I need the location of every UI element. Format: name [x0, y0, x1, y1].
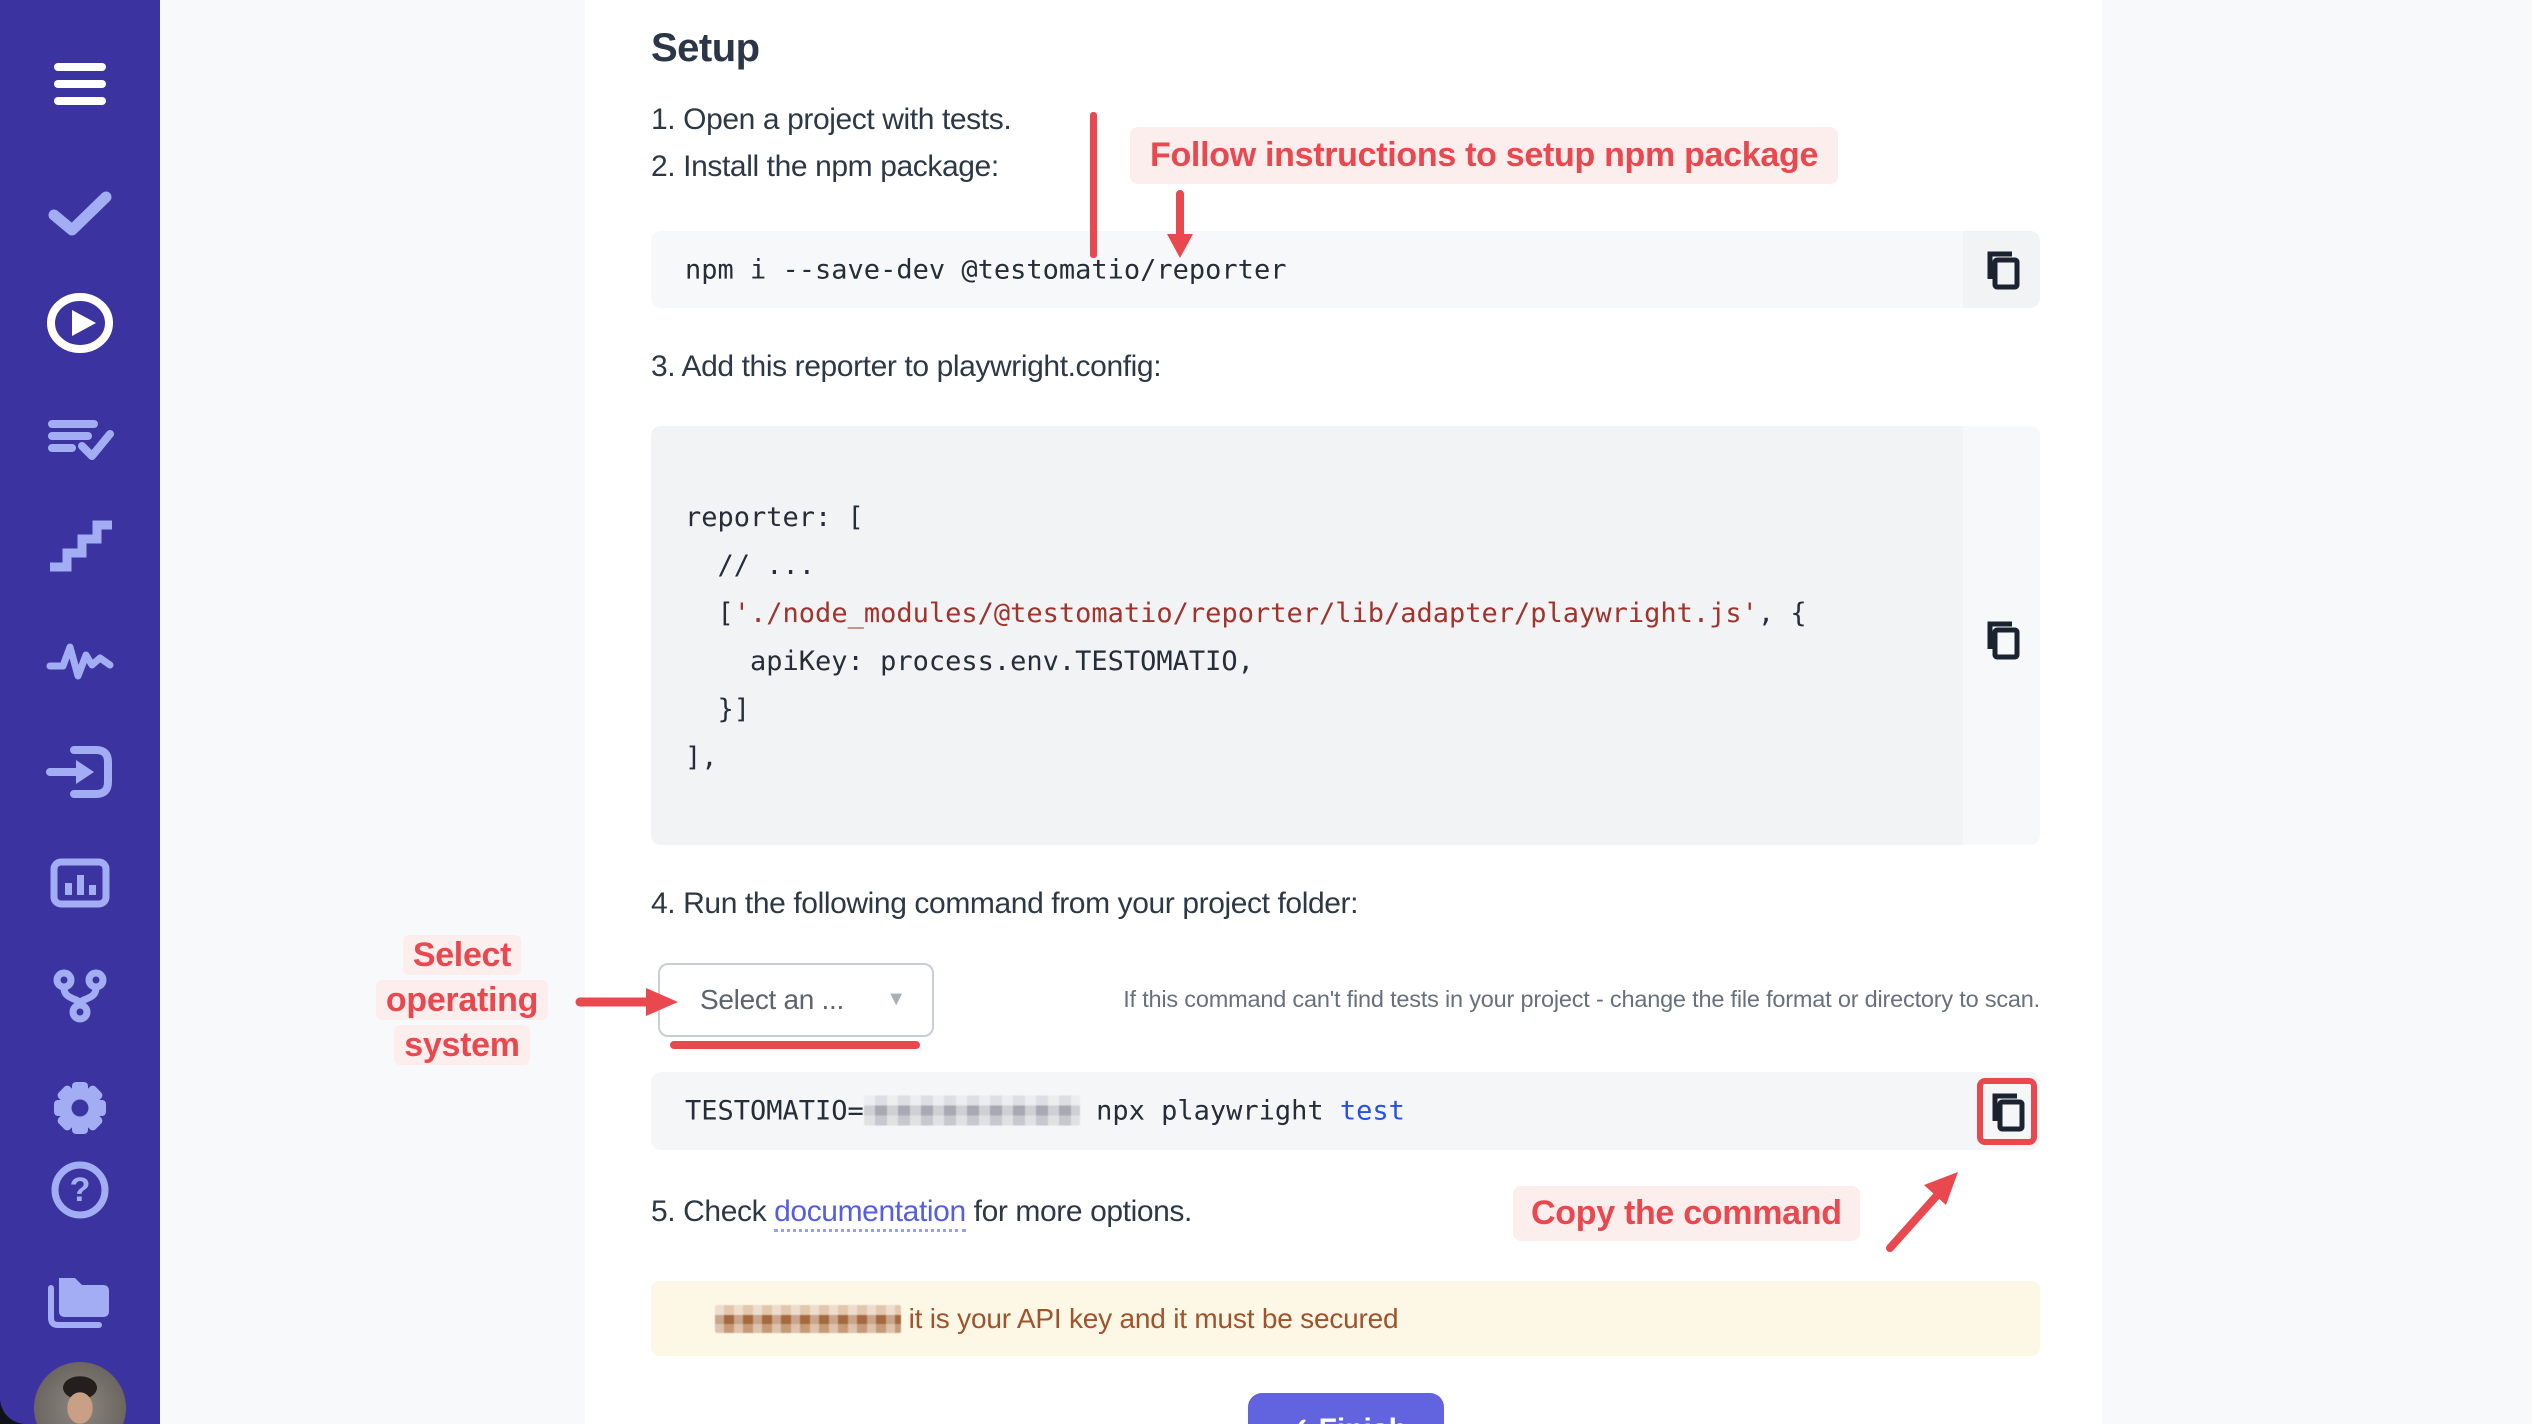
sidebar-item-tests[interactable] [0, 181, 160, 245]
finish-button[interactable]: ✓ Finish [1248, 1393, 1444, 1424]
step-5-suffix: for more options. [966, 1195, 1192, 1228]
os-select-dropdown[interactable]: Select an ... ▼ [658, 963, 934, 1037]
code-line: apiKey: process.env.TESTOMATIO, [685, 638, 1807, 686]
api-key-warning: it is your API key and it must be secure… [651, 1281, 2040, 1356]
run-command-highlight: test [1340, 1096, 1405, 1127]
sidebar-item-projects[interactable] [0, 1264, 160, 1332]
sidebar-item-import[interactable] [0, 740, 160, 804]
run-command: TESTOMATIO= npx playwright test [685, 1096, 1405, 1127]
copy-config-button[interactable] [1981, 617, 2023, 663]
report-chart-icon [46, 851, 114, 915]
projects-folder-icon [44, 1264, 116, 1332]
annotation-vertical-line [1090, 112, 1097, 258]
copy-panel [1963, 426, 2040, 845]
annotation-npm-note: Follow instructions to setup npm package [1130, 127, 1838, 184]
code-line: // ... [685, 542, 1807, 590]
setup-page: ? Setup 1. Open a project with tests. 2.… [0, 0, 2532, 1424]
avatar-photo [34, 1362, 126, 1424]
annotation-os-line: operating [376, 980, 548, 1020]
step-1: 1. Open a project with tests. [651, 103, 1011, 137]
playwright-config-code: reporter: [ // ... ['./node_modules/@tes… [685, 494, 1807, 782]
help-icon: ? [48, 1158, 112, 1222]
redacted-api-key [715, 1305, 901, 1333]
user-avatar[interactable] [0, 1362, 160, 1424]
run-command-block: TESTOMATIO= npx playwright test [651, 1072, 2040, 1150]
annotation-os-line: Select [403, 935, 521, 975]
run-command-prefix: TESTOMATIO= [685, 1096, 864, 1127]
annotation-underline [670, 1041, 920, 1049]
page-title: Setup [651, 26, 760, 71]
step-5-prefix: 5. Check [651, 1195, 774, 1228]
sidebar-item-help[interactable]: ? [0, 1158, 160, 1222]
copy-icon [1986, 1089, 2028, 1135]
warning-text: it is your API key and it must be secure… [901, 1303, 1398, 1334]
setup-panel: Setup 1. Open a project with tests. 2. I… [585, 0, 2102, 1424]
documentation-link[interactable]: documentation [774, 1195, 966, 1232]
test-list-icon [46, 406, 114, 470]
redacted-api-key [864, 1096, 1080, 1126]
copy-icon [1981, 247, 2023, 293]
copy-install-command-button[interactable] [1981, 247, 2023, 293]
warning-text-row: it is your API key and it must be secure… [715, 1303, 1398, 1335]
install-command-block: npm i --save-dev @testomatio/reporter [651, 231, 2040, 308]
code-line: ['./node_modules/@testomatio/reporter/li… [685, 590, 1807, 638]
playwright-config-block: reporter: [ // ... ['./node_modules/@tes… [651, 426, 2040, 845]
code-line: ], [685, 734, 1807, 782]
signin-icon [46, 740, 114, 804]
copy-run-command-button[interactable] [1977, 1078, 2037, 1145]
annotation-os-note: Select operating system [362, 933, 562, 1068]
scan-hint: If this command can't find tests in your… [965, 986, 2040, 1013]
sidebar: ? [0, 0, 160, 1424]
step-3: 3. Add this reporter to playwright.confi… [651, 350, 1161, 384]
run-command-middle: npx playwright [1080, 1096, 1340, 1127]
sidebar-item-branches[interactable] [0, 959, 160, 1031]
sidebar-item-runs[interactable] [0, 287, 160, 359]
play-circle-icon [44, 287, 116, 359]
copy-icon [1981, 617, 2023, 663]
pulse-icon [46, 628, 114, 692]
sidebar-item-milestones[interactable] [0, 517, 160, 581]
copy-panel [1963, 231, 2040, 308]
sidebar-item-settings[interactable] [0, 1074, 160, 1142]
annotation-copy-note: Copy the command [1513, 1186, 1860, 1241]
step-4: 4. Run the following command from your p… [651, 887, 1358, 921]
sidebar-item-test-plans[interactable] [0, 406, 160, 470]
code-line: }] [685, 686, 1807, 734]
git-branch-icon [44, 959, 116, 1031]
code-line: reporter: [ [685, 494, 1807, 542]
menu-icon [48, 52, 112, 116]
svg-text:?: ? [70, 1171, 91, 1209]
annotation-os-line: system [394, 1025, 529, 1065]
step-5: 5. Check documentation for more options. [651, 1195, 1192, 1229]
step-2: 2. Install the npm package: [651, 150, 999, 184]
os-select-value: Select an ... [700, 984, 844, 1016]
install-command: npm i --save-dev @testomatio/reporter [685, 254, 1286, 285]
sidebar-item-pulse[interactable] [0, 628, 160, 692]
sidebar-item-reports[interactable] [0, 851, 160, 915]
steps-icon [46, 517, 114, 581]
check-icon [48, 181, 112, 245]
menu-button[interactable] [0, 52, 160, 116]
settings-gear-icon [46, 1074, 114, 1142]
chevron-down-icon: ▼ [886, 988, 906, 1011]
